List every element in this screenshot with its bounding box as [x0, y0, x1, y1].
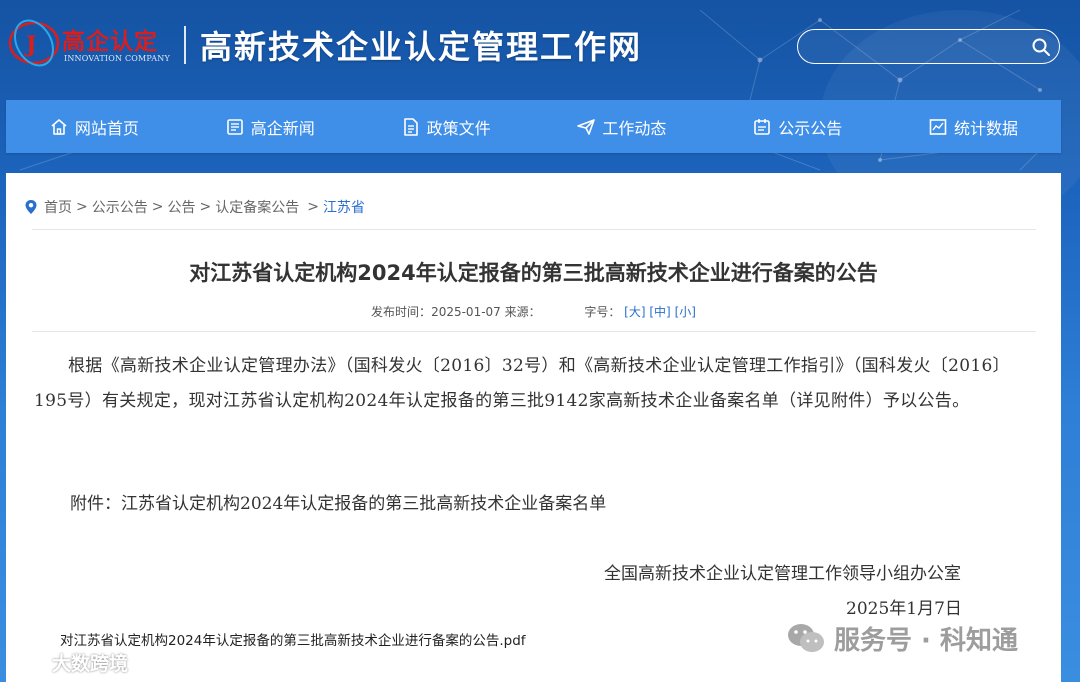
- wechat-icon: [788, 624, 824, 652]
- notice-icon: [754, 118, 771, 135]
- signer: 全国高新技术企业认定管理工作领导小组办公室: [604, 564, 961, 584]
- main-nav: 网站首页 高企新闻 政策文件 工作动态 公示公告 统计数据: [6, 100, 1061, 153]
- nav-item-home[interactable]: 网站首页: [37, 100, 151, 153]
- breadcrumb-notices[interactable]: 公示公告: [92, 197, 148, 217]
- publish-label: 发布时间：: [371, 305, 432, 319]
- svg-text:J: J: [24, 32, 36, 58]
- nav-label-work: 工作动态: [602, 118, 667, 138]
- logo-english-text: INNOVATION COMPANY: [64, 54, 170, 63]
- search-box[interactable]: [797, 29, 1060, 64]
- document-icon: [403, 117, 418, 136]
- divider: [32, 331, 1036, 332]
- nav-item-policy[interactable]: 政策文件: [389, 100, 503, 153]
- site-logo[interactable]: J 高企认定 INNOVATION COMPANY: [8, 14, 178, 70]
- wechat-watermark: 服务号 · 科知通: [786, 618, 1018, 658]
- breadcrumb-separator: >: [151, 199, 164, 215]
- breadcrumb-separator: >: [76, 199, 88, 215]
- nav-label-home: 网站首页: [74, 118, 139, 138]
- breadcrumb-announcement[interactable]: 公告: [167, 197, 195, 217]
- breadcrumb-separator: >: [307, 199, 319, 215]
- logo-divider: [184, 26, 186, 64]
- corner-watermark: 大数跨境: [8, 649, 128, 675]
- paper-plane-icon: [577, 118, 596, 135]
- breadcrumb-home[interactable]: 首页: [44, 197, 72, 217]
- source-label: 来源：: [504, 305, 541, 319]
- nav-item-news[interactable]: 高企新闻: [213, 100, 327, 153]
- nav-item-notice[interactable]: 公示公告: [740, 100, 854, 153]
- location-pin-icon: [25, 200, 37, 214]
- article-title: 对江苏省认定机构2024年认定报备的第三批高新技术企业进行备案的公告: [189, 261, 878, 285]
- search-input[interactable]: [812, 36, 1022, 57]
- breadcrumb: 首页 > 公示公告 > 公告 > 认定备案公告 > 江苏省: [24, 197, 365, 217]
- article-meta: 发布时间：2025-01-07 来源： 字号： [大] [中] [小]: [6, 303, 1061, 320]
- site-header: J 高企认定 INNOVATION COMPANY 高新技术企业认定管理工作网: [0, 0, 1080, 90]
- watermark-logo-icon: [10, 654, 47, 670]
- breadcrumb-filing-notice[interactable]: 认定备案公告: [215, 197, 299, 217]
- pdf-attachment-link[interactable]: 对江苏省认定机构2024年认定报备的第三批高新技术企业进行备案的公告.pdf: [60, 629, 526, 649]
- nav-label-policy: 政策文件: [426, 118, 491, 138]
- nav-label-notice: 公示公告: [778, 118, 843, 138]
- attachment-note: 附件：江苏省认定机构2024年认定报备的第三批高新技术企业备案名单: [70, 494, 607, 514]
- logo-emblem-icon: J: [8, 19, 60, 67]
- signing-date: 2025年1月7日: [846, 599, 962, 619]
- font-size-label: 字号：: [584, 305, 621, 319]
- publish-date: 2025-01-07: [431, 305, 501, 319]
- breadcrumb-separator: >: [199, 199, 212, 215]
- font-size-large-button[interactable]: [大]: [624, 305, 645, 319]
- font-size-medium-button[interactable]: [中]: [649, 305, 670, 319]
- breadcrumb-current[interactable]: 江苏省: [323, 197, 365, 217]
- divider: [32, 229, 1036, 230]
- home-icon: [51, 118, 67, 135]
- watermark-right-text: 服务号 · 科知通: [834, 625, 1018, 656]
- article-card: 首页 > 公示公告 > 公告 > 认定备案公告 > 江苏省 对江苏省认定机构20…: [6, 173, 1061, 682]
- article-body: 根据《高新技术企业认定管理办法》（国科发火〔2016〕32号）和《高新技术企业认…: [34, 356, 1010, 411]
- search-icon[interactable]: [1031, 37, 1051, 57]
- watermark-left-text: 大数跨境: [52, 652, 129, 675]
- nav-item-work[interactable]: 工作动态: [564, 100, 678, 153]
- site-title: 高新技术企业认定管理工作网: [200, 28, 643, 66]
- news-icon: [226, 118, 243, 135]
- logo-chinese-text: 高企认定: [62, 29, 158, 55]
- font-size-small-button[interactable]: [小]: [675, 305, 696, 319]
- chart-icon: [929, 118, 947, 135]
- nav-label-stats: 统计数据: [954, 118, 1019, 138]
- nav-label-news: 高企新闻: [250, 118, 315, 138]
- nav-item-stats[interactable]: 统计数据: [916, 100, 1030, 153]
